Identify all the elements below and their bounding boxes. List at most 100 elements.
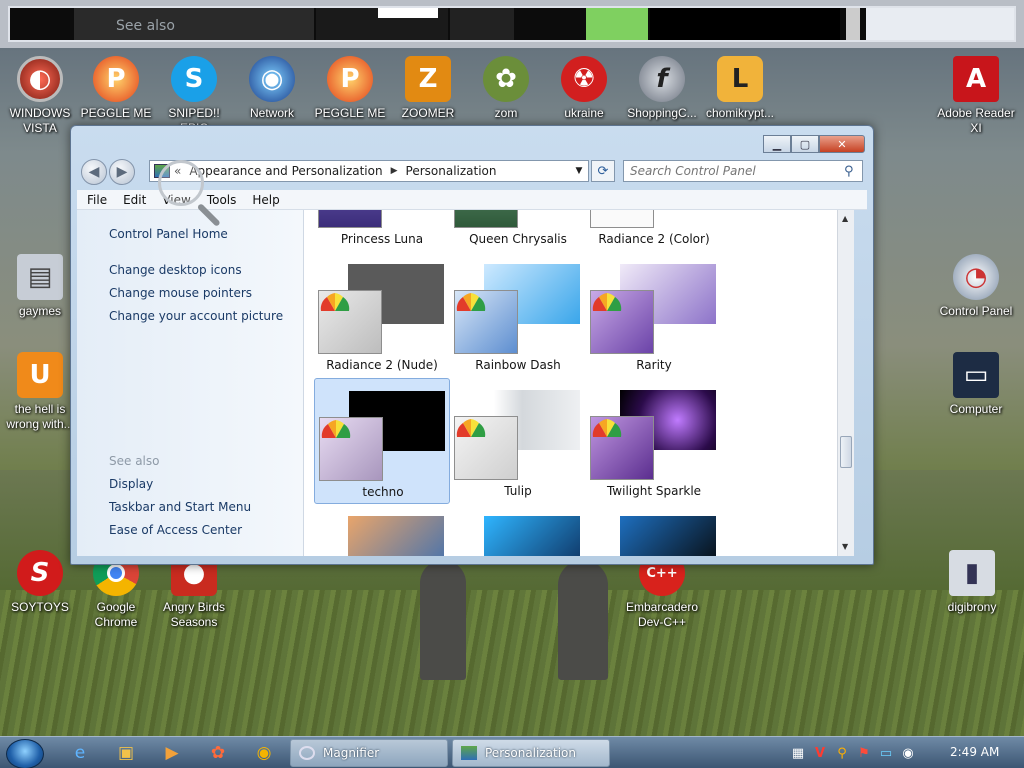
media-player-icon[interactable]: ▶ — [154, 740, 190, 766]
start-button[interactable] — [6, 739, 44, 768]
theme-radiance-2-color[interactable]: Radiance 2 (Color) — [586, 210, 722, 252]
menu-edit[interactable]: Edit — [123, 193, 146, 207]
address-bar[interactable]: « Appearance and Personalization ▶ Perso… — [149, 160, 589, 182]
change-desktop-icons-link[interactable]: Change desktop icons — [109, 263, 242, 277]
chomikrypt-icon: L — [717, 56, 763, 102]
desktop-icon-windows-vista[interactable]: ◐ WINDOWS VISTA — [0, 56, 80, 136]
taskbar-start-menu-link[interactable]: Taskbar and Start Menu — [109, 500, 251, 514]
uc-browser-icon: U — [17, 352, 63, 398]
taskbar-magnifier[interactable]: Magnifier — [290, 739, 448, 767]
theme-gallery: Princess Luna Queen Chrysalis Radiance 2… — [303, 210, 837, 556]
desktop-icon-chomikrypt[interactable]: L chomikrypt... — [700, 56, 780, 121]
theme-princess-luna[interactable]: Princess Luna — [314, 210, 450, 252]
network-globe-icon: ◉ — [249, 56, 295, 102]
peggle-icon: P — [93, 56, 139, 102]
desktop-icon-gaymes[interactable]: ▤ gaymes — [0, 254, 80, 319]
flash-icon: f — [639, 56, 685, 102]
taskbar-personalization[interactable]: Personalization — [452, 739, 610, 767]
desktop-icon-peggle-me[interactable]: P PEGGLE ME — [76, 56, 156, 121]
magnifier-glass-icon[interactable] — [158, 160, 204, 206]
forward-button[interactable]: ▶ — [109, 159, 135, 185]
minimize-button[interactable]: ▁ — [763, 135, 791, 153]
task-pane: Control Panel Home Change desktop icons … — [77, 210, 303, 556]
magnifier-view: See also — [0, 0, 1024, 48]
close-button[interactable]: ✕ — [819, 135, 865, 153]
internet-explorer-icon[interactable]: e — [62, 740, 98, 766]
breadcrumb-personalization[interactable]: Personalization — [406, 164, 497, 178]
display-link[interactable]: Display — [109, 477, 153, 491]
personalization-icon — [461, 746, 477, 760]
clock[interactable]: 2:49 AM — [950, 745, 999, 759]
change-account-picture-link[interactable]: Change your account picture — [109, 309, 283, 323]
taskbar: e ▣ ▶ ✿ ◉ Magnifier Personalization ▦ V … — [0, 736, 1024, 768]
desktop-icon-peggle-me-2[interactable]: P PEGGLE ME — [310, 56, 390, 121]
theme-radiance-2-nude[interactable]: Radiance 2 (Nude) — [314, 252, 450, 378]
skype-icon: S — [171, 56, 217, 102]
refresh-button[interactable]: ⟳ — [591, 160, 615, 182]
color-fan-icon — [592, 293, 622, 311]
tray-app-icon[interactable]: ▦ — [790, 745, 806, 761]
tray-record-icon[interactable]: ◉ — [900, 745, 916, 761]
tray-flag-icon[interactable]: ⚑ — [856, 745, 872, 761]
theme-row4-3[interactable] — [586, 504, 722, 556]
theme-tulip[interactable]: Tulip — [450, 378, 586, 504]
ease-of-access-link[interactable]: Ease of Access Center — [109, 523, 242, 537]
maximize-button[interactable]: ▢ — [791, 135, 819, 153]
back-button[interactable]: ◀ — [81, 159, 107, 185]
breadcrumb-chevron-icon[interactable]: ▶ — [391, 166, 398, 176]
magnifier-see-also-text: See also — [116, 18, 175, 34]
see-also-header: See also — [109, 454, 160, 468]
theme-rainbow-dash[interactable]: Rainbow Dash — [450, 252, 586, 378]
desktop-icon-soytoys[interactable]: S SOYTOYS — [0, 550, 80, 615]
control-panel-home-link[interactable]: Control Panel Home — [109, 227, 228, 241]
theme-gallery-scrollbar[interactable]: ▲ ▼ — [837, 210, 854, 556]
wallpaper-elephant-leg — [420, 560, 466, 680]
desktop-icon-digibrony[interactable]: ▮ digibrony — [932, 550, 1012, 615]
theme-rarity[interactable]: Rarity — [586, 252, 722, 378]
desktop-icon-uc-browser[interactable]: U the hell is wrong with... — [0, 352, 80, 432]
desktop-icon-sniped-epic[interactable]: S SNIPED!! EPIC — [154, 56, 234, 136]
peggle-icon: P — [327, 56, 373, 102]
chrome-taskbar-icon[interactable]: ◉ — [246, 740, 282, 766]
theme-twilight-sparkle[interactable]: Twilight Sparkle — [586, 378, 722, 504]
scroll-down-icon[interactable]: ▼ — [842, 542, 848, 551]
color-fan-icon — [320, 293, 350, 311]
menu-help[interactable]: Help — [252, 193, 279, 207]
theme-row4-2[interactable] — [450, 504, 586, 556]
desktop-icon-shoppingc[interactable]: f ShoppingC... — [622, 56, 702, 121]
scroll-up-icon[interactable]: ▲ — [842, 214, 848, 223]
soytoys-icon: S — [17, 550, 63, 596]
theme-row4-1[interactable] — [314, 504, 450, 556]
color-fan-icon — [456, 419, 486, 437]
system-tray: ▦ V ⚲ ⚑ ▭ ◉ — [790, 737, 922, 768]
theme-techno[interactable]: techno — [314, 378, 450, 504]
desktop-icon-adobe-reader[interactable]: A Adobe Reader XI — [936, 56, 1016, 136]
usb-drive-icon: ▮ — [949, 550, 995, 596]
desktop-icon-control-panel[interactable]: ◔ Control Panel — [936, 254, 1016, 319]
search-input[interactable] — [624, 162, 844, 180]
breadcrumb-appearance[interactable]: Appearance and Personalization — [189, 164, 382, 178]
theme-queen-chrysalis[interactable]: Queen Chrysalis — [450, 210, 586, 252]
angry-birds-taskbar-icon[interactable]: ✿ — [200, 740, 236, 766]
tray-search-icon[interactable]: ⚲ — [834, 745, 850, 761]
menu-tools[interactable]: Tools — [207, 193, 237, 207]
caption-buttons: ▁ ▢ ✕ — [763, 135, 865, 153]
search-icon[interactable]: ⚲ — [844, 164, 862, 179]
tray-display-icon[interactable]: ▭ — [878, 745, 894, 761]
address-dropdown-icon[interactable]: ▼ — [570, 166, 588, 176]
tray-v-icon[interactable]: V — [812, 745, 828, 761]
windows-explorer-icon[interactable]: ▣ — [108, 740, 144, 766]
desktop-icon-zom[interactable]: ✿ zom — [466, 56, 546, 121]
desktop-icon-ukraine[interactable]: ☢ ukraine — [544, 56, 624, 121]
folder-icon: ▤ — [17, 254, 63, 300]
desktop-icon-zoomer[interactable]: Z ZOOMER — [388, 56, 468, 121]
search-box[interactable]: ⚲ — [623, 160, 863, 182]
wallpaper-elephant-leg — [558, 560, 608, 680]
flower-icon: ✿ — [483, 56, 529, 102]
menu-file[interactable]: File — [87, 193, 107, 207]
adobe-reader-icon: A — [953, 56, 999, 102]
desktop-icon-computer[interactable]: ▭ Computer — [936, 352, 1016, 417]
change-mouse-pointers-link[interactable]: Change mouse pointers — [109, 286, 252, 300]
scroll-thumb[interactable] — [840, 436, 852, 468]
desktop-icon-network[interactable]: ◉ Network — [232, 56, 312, 121]
